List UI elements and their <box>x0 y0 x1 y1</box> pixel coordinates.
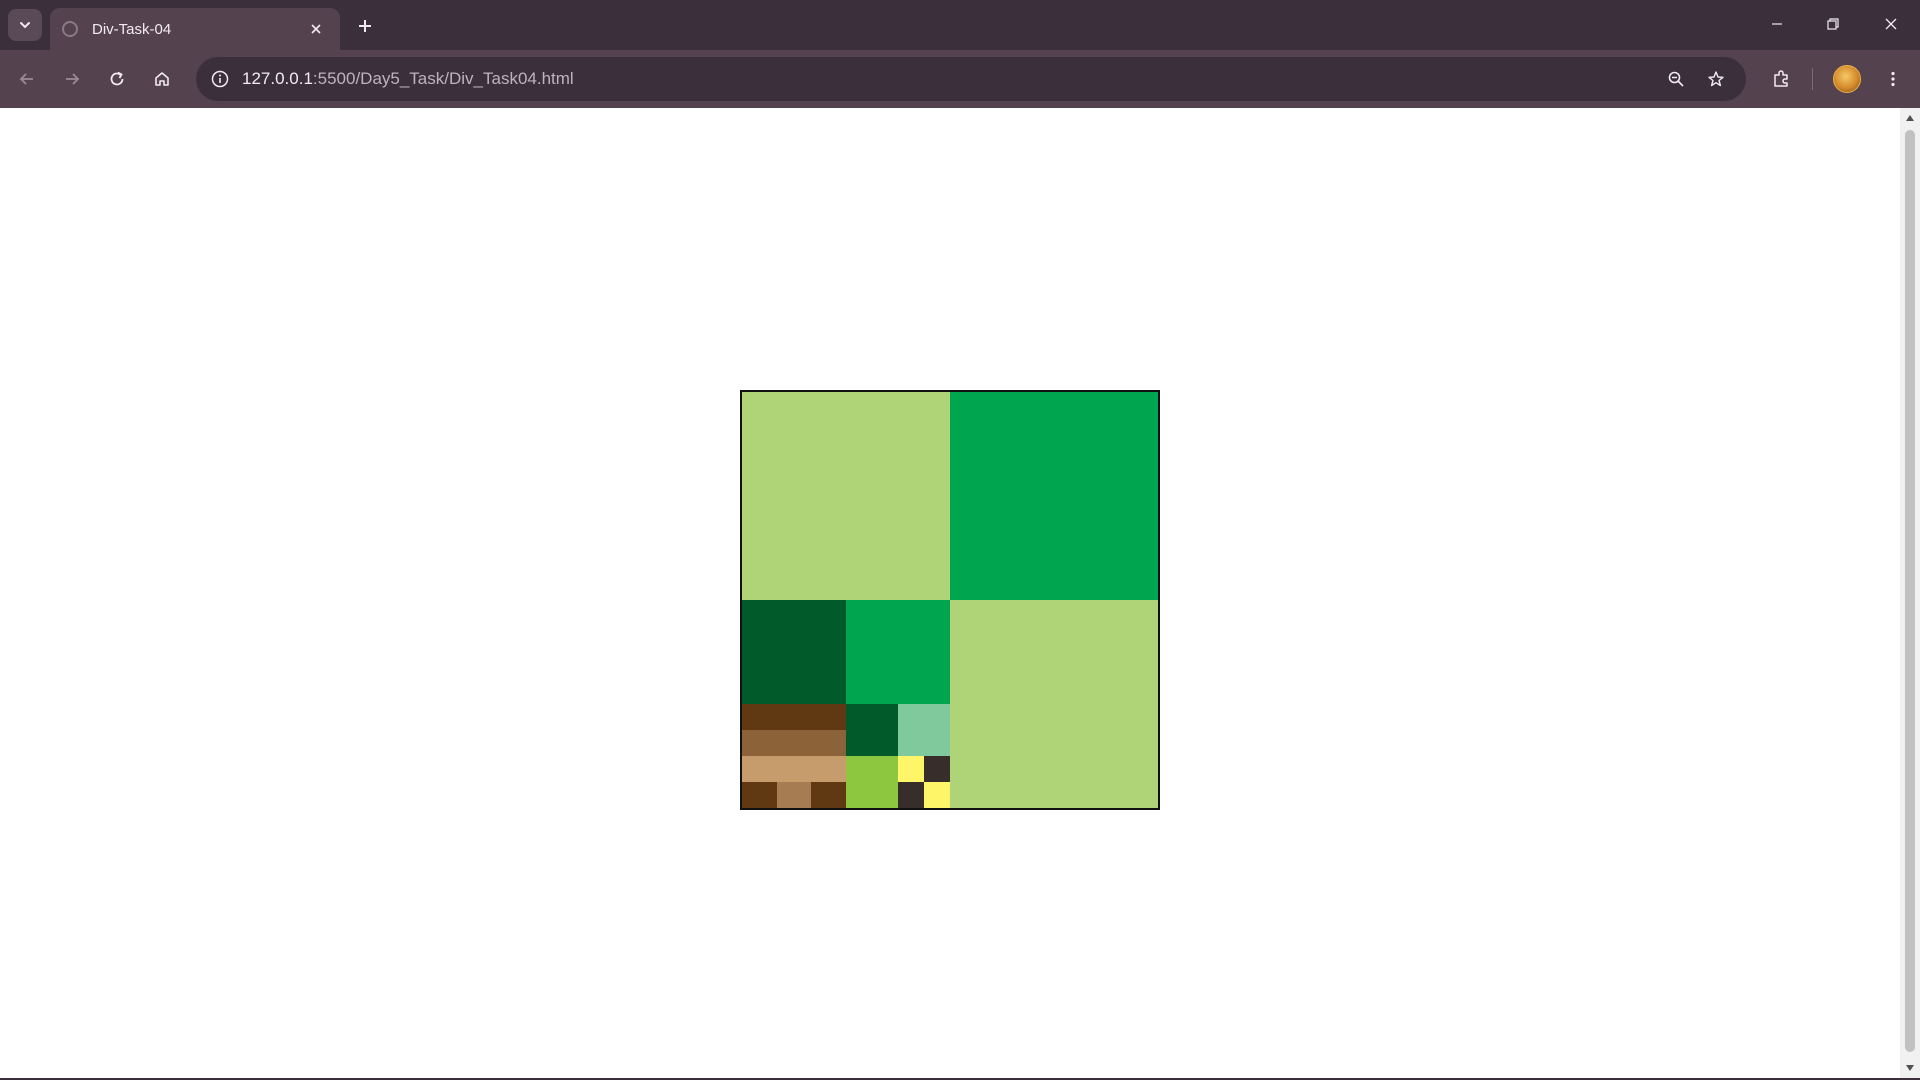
quad-bottom-left <box>742 600 950 808</box>
triangle-down-icon <box>1906 1065 1914 1071</box>
reload-icon <box>110 71 124 86</box>
active-tab[interactable]: Div-Task-04 <box>50 8 340 50</box>
checker-yellow-2 <box>924 782 950 808</box>
restore-button[interactable] <box>1810 6 1856 42</box>
info-icon <box>211 70 229 88</box>
small-quad <box>846 704 950 808</box>
menu-button[interactable] <box>1876 62 1910 96</box>
plus-icon <box>359 20 371 32</box>
tab-title: Div-Task-04 <box>92 20 172 38</box>
checker-dark-1 <box>924 756 950 782</box>
stripe-bottom-row <box>742 782 846 808</box>
nested-grid-artwork <box>740 390 1160 810</box>
minimize-button[interactable] <box>1754 6 1800 42</box>
site-info-button[interactable] <box>204 63 236 95</box>
address-bar[interactable]: 127.0.0.1:5500/Day5_Task/Div_Task04.html <box>196 57 1746 101</box>
chevron-down-icon <box>20 22 30 29</box>
bottom-brown-dark-right <box>810 782 846 808</box>
home-button[interactable] <box>145 62 179 96</box>
tab-search-button[interactable] <box>8 9 42 41</box>
url-text[interactable]: 127.0.0.1:5500/Day5_Task/Div_Task04.html <box>242 69 574 89</box>
close-icon <box>311 24 321 34</box>
scroll-up-arrow[interactable] <box>1900 110 1920 126</box>
checker-dark-2 <box>898 782 924 808</box>
small-lime <box>846 756 898 808</box>
small-mint <box>898 704 950 756</box>
brown-stripes <box>742 704 846 808</box>
url-path: :5500/Day5_Task/Div_Task04.html <box>312 69 574 88</box>
close-icon <box>1885 18 1897 30</box>
star-icon <box>1708 71 1724 87</box>
minimize-icon <box>1772 23 1782 25</box>
checker <box>898 756 950 808</box>
bottom-brown-dark-left <box>742 782 778 808</box>
scroll-down-arrow[interactable] <box>1900 1060 1920 1076</box>
profile-avatar[interactable] <box>1833 65 1861 93</box>
stripe-tan <box>742 756 846 782</box>
scroll-thumb[interactable] <box>1905 130 1915 1052</box>
small-dark-green <box>846 704 898 756</box>
browser-toolbar: 127.0.0.1:5500/Day5_Task/Div_Task04.html <box>0 50 1920 108</box>
zoom-out-icon <box>1668 71 1684 87</box>
more-vertical-icon <box>1891 71 1895 87</box>
quad-bottom-right <box>950 600 1158 808</box>
quad-top-left <box>742 392 950 600</box>
back-button[interactable] <box>10 62 44 96</box>
vertical-scrollbar[interactable] <box>1900 108 1920 1078</box>
extensions-button[interactable] <box>1764 62 1798 96</box>
globe-icon <box>62 21 78 37</box>
arrow-left-icon <box>19 73 33 85</box>
sub-cell-green <box>846 600 950 704</box>
zoom-button[interactable] <box>1660 63 1692 95</box>
bookmark-button[interactable] <box>1700 63 1732 95</box>
stripe-brown-mid <box>742 730 846 756</box>
sub-cell-dark-green <box>742 600 846 704</box>
stripe-brown-dark <box>742 704 846 730</box>
home-icon <box>155 72 169 86</box>
checker-yellow-1 <box>898 756 924 782</box>
puzzle-icon <box>1774 70 1788 87</box>
toolbar-divider <box>1812 68 1813 90</box>
forward-button[interactable] <box>55 62 89 96</box>
close-window-button[interactable] <box>1868 6 1914 42</box>
new-tab-button[interactable] <box>350 11 380 41</box>
restore-icon <box>1827 18 1839 30</box>
tab-close-button[interactable] <box>304 17 328 41</box>
quad-top-right <box>950 392 1158 600</box>
triangle-up-icon <box>1906 115 1914 121</box>
bottom-brown-light <box>777 782 811 808</box>
url-host: 127.0.0.1 <box>242 69 313 88</box>
tab-strip: Div-Task-04 <box>0 0 1920 50</box>
reload-button[interactable] <box>100 62 134 96</box>
arrow-right-icon <box>66 73 80 85</box>
